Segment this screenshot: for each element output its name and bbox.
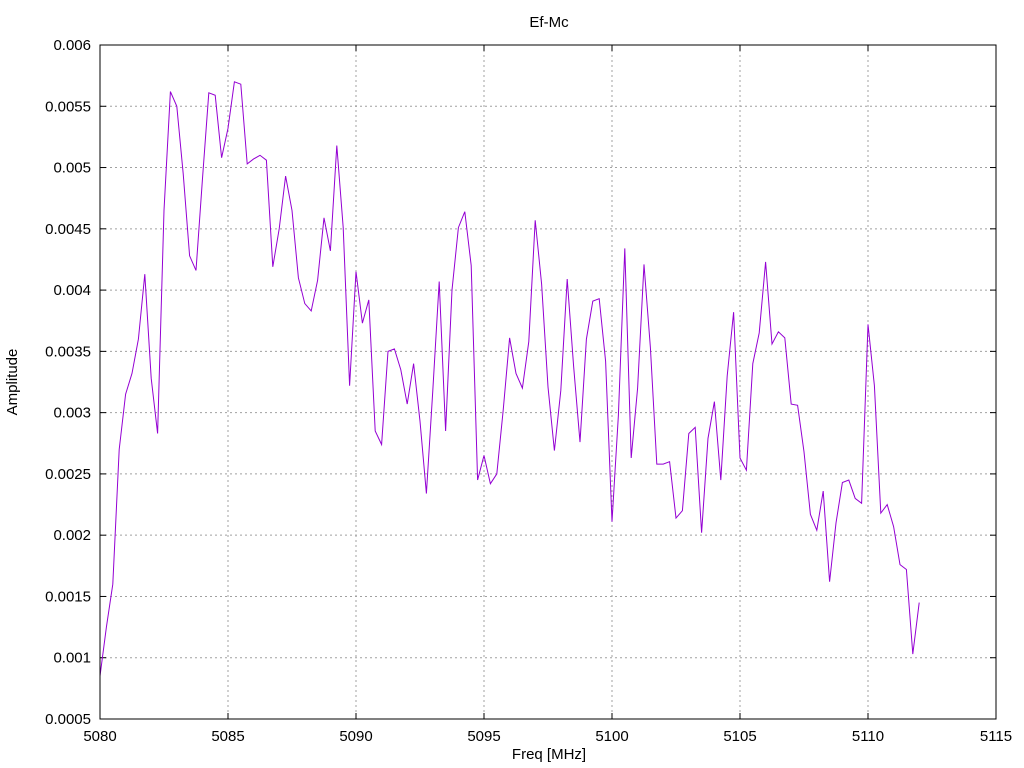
x-tick-label: 5110 bbox=[852, 728, 884, 745]
y-tick-label: 0.006 bbox=[53, 37, 91, 54]
x-tick-labels: 5080 5085 5090 5095 5100 5105 5110 5115 bbox=[83, 728, 1012, 745]
x-tick-label: 5095 bbox=[467, 728, 500, 745]
x-axis-label: Freq [MHz] bbox=[512, 746, 586, 763]
y-tick-label: 0.0025 bbox=[45, 466, 91, 483]
line-chart: 5080 5085 5090 5095 5100 5105 5110 5115 0.00050… bbox=[4, 14, 1012, 763]
chart-title: Ef-Mc bbox=[529, 14, 569, 31]
x-tick-label: 5090 bbox=[339, 728, 372, 745]
series-layer bbox=[99, 81, 920, 677]
y-tick-label: 0.004 bbox=[53, 282, 91, 299]
x-tick-label: 5080 bbox=[83, 728, 116, 745]
y-tick-label: 0.005 bbox=[53, 160, 91, 177]
y-tick-label: 0.0015 bbox=[45, 588, 91, 605]
y-tick-label: 0.002 bbox=[53, 527, 91, 544]
y-tick-label: 0.0005 bbox=[45, 711, 91, 728]
y-tick-labels: 0.0005 0.001 0.0015 0.002 0.0025 0.003 0.0035 0… bbox=[45, 37, 91, 728]
y-tick-label: 0.003 bbox=[53, 405, 91, 422]
x-tick-label: 5105 bbox=[723, 728, 756, 745]
y-tick-label: 0.0035 bbox=[45, 343, 91, 360]
series-line-0 bbox=[99, 81, 920, 677]
y-axis-label: Amplitude bbox=[4, 349, 21, 416]
y-tick-label: 0.001 bbox=[53, 650, 91, 667]
x-tick-label: 5085 bbox=[211, 728, 244, 745]
x-tick-label: 5100 bbox=[595, 728, 628, 745]
y-tick-label: 0.0045 bbox=[45, 221, 91, 238]
x-tick-label: 5115 bbox=[980, 728, 1012, 745]
y-tick-label: 0.0055 bbox=[45, 98, 91, 115]
